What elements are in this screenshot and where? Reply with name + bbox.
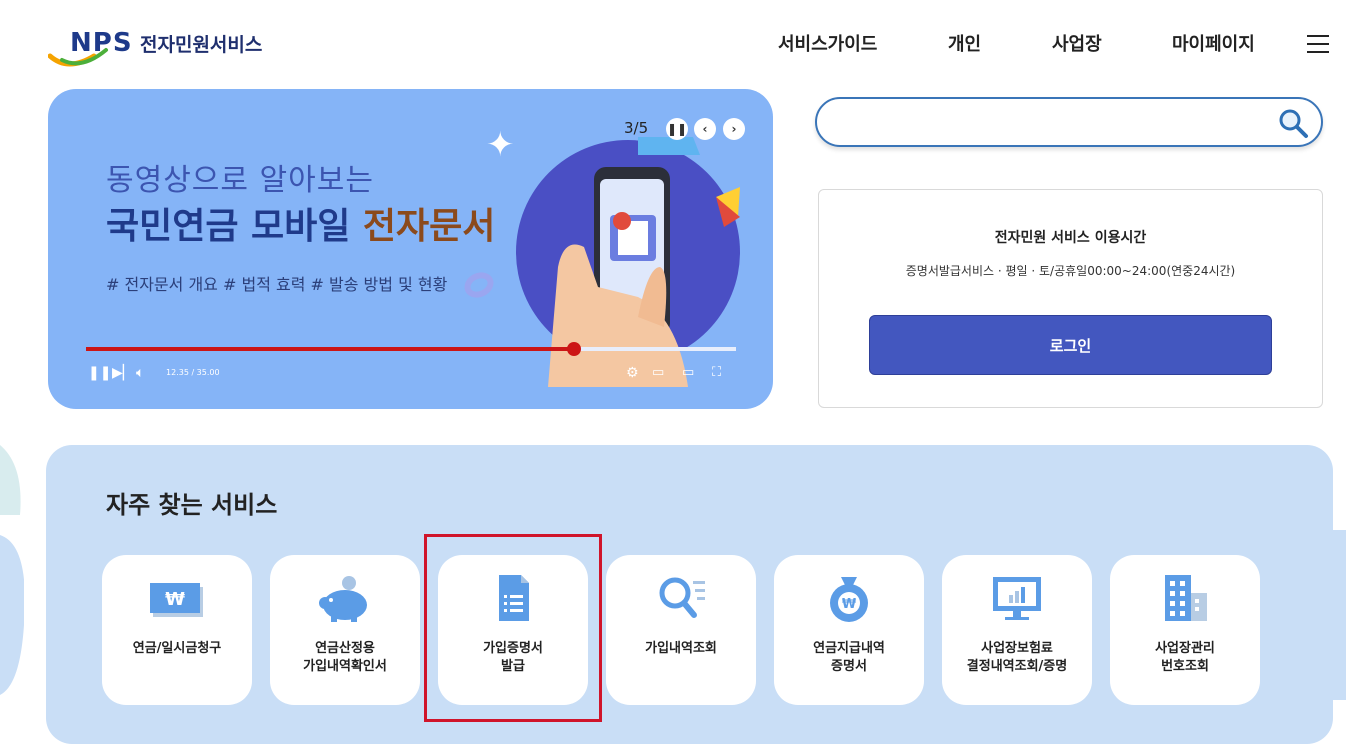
banner-title: 국민연금 모바일 전자문서 bbox=[106, 197, 495, 249]
service-card-subscription-inquiry[interactable]: 가입내역조회 bbox=[606, 555, 756, 705]
money-bag-icon: ₩ bbox=[830, 577, 868, 622]
search-input[interactable] bbox=[835, 109, 1265, 135]
service-card-subscription-history[interactable]: 연금산정용 가입내역확인서 bbox=[270, 555, 420, 705]
nav-business[interactable]: 사업장 bbox=[1052, 30, 1102, 56]
hamburger-menu-icon[interactable] bbox=[1307, 35, 1329, 53]
search-box bbox=[815, 97, 1323, 147]
video-banner[interactable]: 동영상으로 알아보는 국민연금 모바일 전자문서 # 전자문서 개요 # 법적 … bbox=[48, 89, 773, 409]
login-button[interactable]: 로그인 bbox=[869, 315, 1272, 375]
monitor-chart-icon bbox=[993, 577, 1041, 620]
site-logo[interactable]: NPS 전자민원서비스 bbox=[48, 26, 278, 70]
settings-hd-icon[interactable]: ⚙︎ bbox=[626, 365, 639, 381]
service-hours-desc: 증명서발급서비스 · 평일 · 토/공휴일00:00~24:00(연중24시간) bbox=[905, 264, 1236, 278]
slide-counter: 3/5 bbox=[624, 119, 649, 137]
header: NPS 전자민원서비스 서비스가이드 개인 사업장 마이페이지 bbox=[0, 0, 1346, 88]
play-pause-icon[interactable]: ❚❚ bbox=[88, 365, 111, 381]
slide-next-icon[interactable]: › bbox=[723, 118, 745, 140]
slide-prev-icon[interactable]: ‹ bbox=[694, 118, 716, 140]
frequent-services-title: 자주 찾는 서비스 bbox=[106, 491, 278, 519]
video-time: 12.35 / 35.00 bbox=[166, 368, 220, 377]
service-card-business-number[interactable]: 사업장관리 번호조회 bbox=[1110, 555, 1260, 705]
search-list-icon bbox=[659, 577, 705, 618]
nav-mypage[interactable]: 마이페이지 bbox=[1172, 30, 1255, 56]
frequent-services-section: 자주 찾는 서비스 ₩ 연금/일시금청구 연금산정용 가입내역확인서 가입증명서… bbox=[46, 445, 1333, 744]
skip-next-icon[interactable]: ▶▏ bbox=[112, 365, 134, 381]
won-bill-icon: ₩ bbox=[150, 583, 203, 617]
video-progress-bar[interactable] bbox=[86, 342, 736, 356]
nav-personal[interactable]: 개인 bbox=[948, 30, 981, 56]
piggy-bank-icon bbox=[319, 576, 367, 622]
banner-subtitle: 동영상으로 알아보는 bbox=[106, 163, 374, 198]
service-card-pension-claim[interactable]: ₩ 연금/일시금청구 bbox=[102, 555, 252, 705]
service-card-pension-payment-certificate[interactable]: ₩ 연금지급내역 증명서 bbox=[774, 555, 924, 705]
svg-text:₩: ₩ bbox=[842, 597, 857, 612]
search-icon[interactable] bbox=[1277, 107, 1309, 139]
video-progress-fill bbox=[86, 347, 574, 351]
service-card-label: 가입내역조회 bbox=[645, 641, 717, 656]
banner-title-accent: 전자문서 bbox=[362, 206, 496, 247]
service-hours-panel: 전자민원 서비스 이용시간 증명서발급서비스 · 평일 · 토/공휴일00:00… bbox=[818, 189, 1323, 408]
banner-tags: # 전자문서 개요 # 법적 효력 # 발송 방법 및 현황 bbox=[106, 275, 448, 294]
site-title: 전자민원서비스 bbox=[140, 34, 263, 56]
nav-service-guide[interactable]: 서비스가이드 bbox=[778, 30, 877, 56]
service-card-label: 연금/일시금청구 bbox=[132, 641, 222, 656]
video-progress-knob[interactable] bbox=[566, 342, 581, 356]
fullscreen-icon[interactable]: ⛶ bbox=[712, 365, 721, 380]
document-icon bbox=[499, 575, 529, 621]
svg-text:₩: ₩ bbox=[165, 589, 185, 610]
service-card-label: 가입증명서 발급 bbox=[483, 641, 543, 674]
service-card-label: 사업장관리 번호조회 bbox=[1155, 641, 1215, 674]
side-decoration-left bbox=[0, 445, 24, 695]
service-hours-title: 전자민원 서비스 이용시간 bbox=[994, 230, 1147, 246]
service-card-subscription-certificate[interactable]: 가입증명서 발급 bbox=[438, 555, 588, 705]
volume-icon[interactable]: 🔈︎ bbox=[136, 365, 144, 381]
service-card-label: 연금지급내역 증명서 bbox=[813, 641, 885, 674]
miniplayer-icon[interactable]: ▭ bbox=[652, 365, 664, 380]
logo-text: NPS bbox=[70, 28, 133, 58]
service-card-business-premium[interactable]: 사업장보험료 결정내역조회/증명 bbox=[942, 555, 1092, 705]
service-card-label: 사업장보험료 결정내역조회/증명 bbox=[966, 641, 1068, 674]
banner-title-main: 국민연금 모바일 bbox=[106, 206, 363, 247]
service-card-label: 연금산정용 가입내역확인서 bbox=[303, 641, 387, 674]
theater-icon[interactable]: ▭ bbox=[682, 365, 694, 380]
slide-pause-icon[interactable]: ❚❚ bbox=[666, 118, 688, 140]
building-icon bbox=[1165, 575, 1207, 621]
